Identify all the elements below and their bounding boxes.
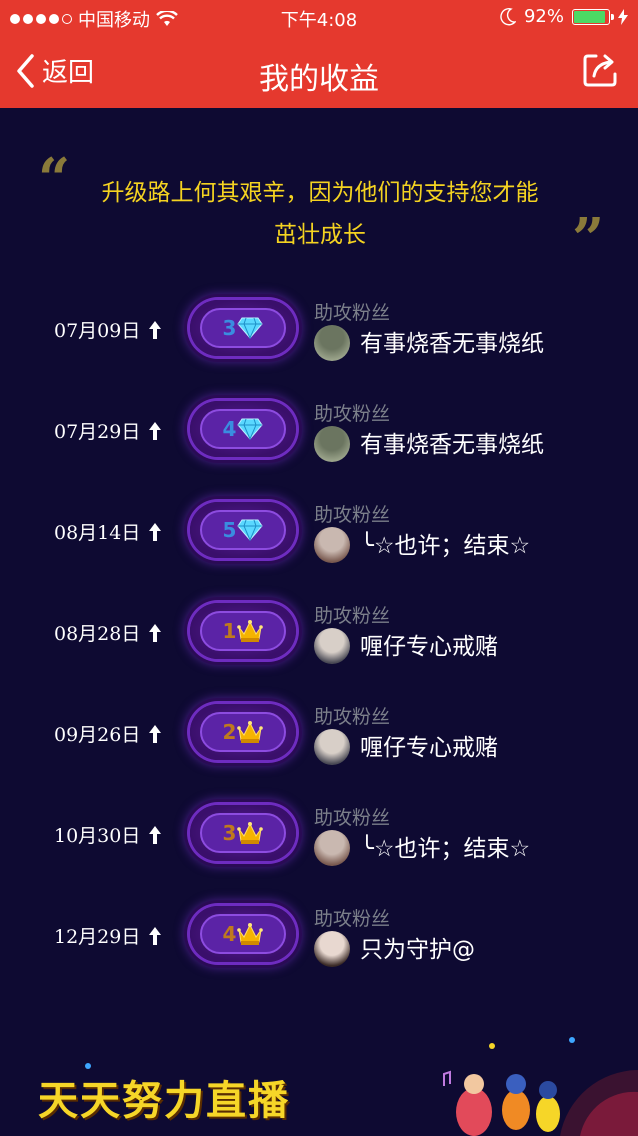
- level-up-arrow-icon: [149, 926, 162, 945]
- quote-line-1: 升级路上何其艰辛，因为他们的支持您才能: [101, 180, 539, 206]
- level-badge: 1: [190, 603, 296, 659]
- date-label: 12月29日: [54, 926, 141, 948]
- page-title: 我的收益: [259, 62, 379, 97]
- quote-line-2: 茁壮成长: [274, 222, 366, 248]
- level-number: 2: [222, 720, 237, 744]
- username: ╰☆也许；结束☆: [360, 836, 531, 862]
- level-badge: 2: [190, 704, 296, 760]
- earnings-row[interactable]: 08月28日 1 助攻粉丝喱仔专心戒赌: [0, 591, 638, 692]
- promo-banner[interactable]: 天天努力直播: [0, 1030, 638, 1136]
- username: ╰☆也许；结束☆: [360, 533, 531, 559]
- crown-icon: [237, 721, 264, 743]
- level-up-arrow-icon: [149, 320, 162, 339]
- row-date: 08月28日: [54, 619, 162, 646]
- username: 喱仔专心戒赌: [360, 634, 498, 660]
- header-bar: 中国移动 下午4:08 92% 返回 我的收益: [0, 0, 638, 108]
- level-badge: 4: [190, 906, 296, 962]
- level-up-arrow-icon: [149, 825, 162, 844]
- diamond-icon: [237, 519, 264, 541]
- crown-icon: [237, 923, 264, 945]
- row-date: 08月14日: [54, 518, 162, 545]
- level-up-arrow-icon: [149, 522, 162, 541]
- earnings-row[interactable]: 08月14日 5 助攻粉丝 ╰☆也许；结束☆: [0, 490, 638, 591]
- row-date: 07月09日: [54, 316, 162, 343]
- share-icon[interactable]: [580, 50, 620, 90]
- level-number: 4: [222, 922, 237, 946]
- fan-label: 助攻粉丝: [314, 403, 391, 425]
- battery-icon: [572, 8, 614, 25]
- level-up-arrow-icon: [149, 421, 162, 440]
- level-number: 3: [222, 821, 237, 845]
- date-label: 07月09日: [54, 320, 141, 342]
- level-badge: 3: [190, 300, 296, 356]
- crown-icon: [237, 822, 264, 844]
- level-number: 4: [222, 417, 237, 441]
- quote-block: “ 升级路上何其艰辛，因为他们的支持您才能 茁壮成长 ”: [0, 146, 638, 272]
- earnings-list: 07月09日 3 助攻粉丝 有事烧香无事烧纸 07月29日 4 助攻粉丝 有事烧香无事烧纸 08…: [0, 288, 638, 995]
- username: 有事烧香无事烧纸: [360, 331, 544, 357]
- row-date: 10月30日: [54, 821, 162, 848]
- diamond-icon: [237, 418, 264, 440]
- fan-label: 助攻粉丝: [314, 302, 391, 324]
- nav-bar: 返回 我的收益: [0, 36, 638, 108]
- level-number: 3: [222, 316, 237, 340]
- row-date: 12月29日: [54, 922, 162, 949]
- username: 有事烧香无事烧纸: [360, 432, 544, 458]
- earnings-row[interactable]: 09月26日 2 助攻粉丝喱仔专心戒赌: [0, 692, 638, 793]
- row-date: 09月26日: [54, 720, 162, 747]
- avatar[interactable]: [314, 325, 350, 361]
- battery-percent: 92%: [523, 6, 564, 27]
- earnings-row[interactable]: 07月09日 3 助攻粉丝有事烧香无事烧纸: [0, 288, 638, 389]
- level-up-arrow-icon: [149, 724, 162, 743]
- avatar[interactable]: [314, 830, 350, 866]
- diamond-icon: [237, 317, 264, 339]
- moon-icon: [500, 7, 516, 25]
- avatar[interactable]: [314, 426, 350, 462]
- crown-icon: [237, 620, 264, 642]
- avatar[interactable]: [314, 729, 350, 765]
- fan-label: 助攻粉丝: [314, 605, 391, 627]
- level-number: 1: [222, 619, 237, 643]
- date-label: 08月28日: [54, 623, 141, 645]
- status-bar: 中国移动 下午4:08 92%: [0, 0, 638, 36]
- open-quote-mark: “: [38, 146, 71, 212]
- username: 喱仔专心戒赌: [360, 735, 498, 761]
- username: 只为守护@: [360, 937, 475, 963]
- level-badge: 3: [190, 805, 296, 861]
- charging-icon: [618, 8, 628, 25]
- fan-label: 助攻粉丝: [314, 908, 391, 930]
- level-badge: 5: [190, 502, 296, 558]
- level-number: 5: [222, 518, 237, 542]
- fan-label: 助攻粉丝: [314, 807, 391, 829]
- avatar[interactable]: [314, 931, 350, 967]
- fan-label: 助攻粉丝: [314, 504, 391, 526]
- avatar[interactable]: [314, 527, 350, 563]
- close-quote-mark: ”: [572, 206, 605, 272]
- row-date: 07月29日: [54, 417, 162, 444]
- date-label: 08月14日: [54, 522, 141, 544]
- fan-label: 助攻粉丝: [314, 706, 391, 728]
- date-label: 10月30日: [54, 825, 141, 847]
- earnings-row[interactable]: 10月30日 3 助攻粉丝 ╰☆也许；结束☆: [0, 793, 638, 894]
- level-badge: 4: [190, 401, 296, 457]
- earnings-row[interactable]: 12月29日 4 助攻粉丝只为守护@: [0, 894, 638, 995]
- date-label: 07月29日: [54, 421, 141, 443]
- level-up-arrow-icon: [149, 623, 162, 642]
- quote-text: 升级路上何其艰辛，因为他们的支持您才能 茁壮成长: [70, 172, 570, 256]
- banner-headline: 天天努力直播: [38, 1078, 290, 1124]
- earnings-row[interactable]: 07月29日 4 助攻粉丝有事烧香无事烧纸: [0, 389, 638, 490]
- avatar[interactable]: [314, 628, 350, 664]
- date-label: 09月26日: [54, 724, 141, 746]
